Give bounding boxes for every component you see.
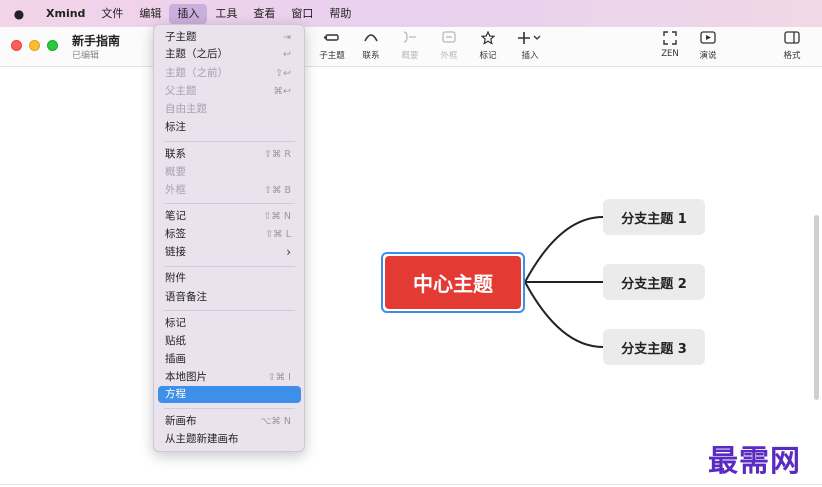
menu-separator bbox=[164, 203, 295, 204]
branch-topic-3[interactable]: 分支主题 3 bbox=[603, 329, 705, 365]
bottom-divider bbox=[0, 484, 822, 485]
menu-item-link[interactable]: 链接 › bbox=[158, 244, 301, 261]
shortcut-label: ↩ bbox=[283, 49, 291, 60]
menu-item-audio-note[interactable]: 语音备注 bbox=[158, 289, 301, 306]
shortcut-label: ⇧⌘ L bbox=[265, 229, 291, 240]
menu-item-new-sheet[interactable]: 新画布 ⌥⌘ N bbox=[158, 413, 301, 430]
menu-item-attachment[interactable]: 附件 bbox=[158, 270, 301, 287]
menu-item-topic-before[interactable]: 主题（之前） ⇧↩ bbox=[158, 65, 301, 82]
menu-separator bbox=[164, 266, 295, 267]
central-topic[interactable]: 中心主题 bbox=[385, 256, 521, 309]
branch-connectors bbox=[524, 216, 604, 348]
shortcut-label: ⇧⌘ R bbox=[263, 149, 291, 160]
shortcut-label: ⇧⌘ B bbox=[264, 185, 291, 196]
branch-topic-1[interactable]: 分支主题 1 bbox=[603, 199, 705, 235]
menu-item-label[interactable]: 标签 ⇧⌘ L bbox=[158, 226, 301, 243]
screen: ● Xmind 文件 编辑 插入 工具 查看 窗口 帮助 新手指南 已编辑 子主… bbox=[0, 0, 822, 487]
branch-topic-2[interactable]: 分支主题 2 bbox=[603, 264, 705, 300]
menu-item-relationship[interactable]: 联系 ⇧⌘ R bbox=[158, 146, 301, 163]
menu-separator bbox=[164, 408, 295, 409]
menu-item-subtopic[interactable]: 子主题 ⇥ bbox=[158, 29, 301, 46]
menu-item-illustration[interactable]: 插画 bbox=[158, 351, 301, 368]
menu-item-new-sheet-from-topic[interactable]: 从主题新建画布 bbox=[158, 431, 301, 448]
menu-item-floating-topic[interactable]: 自由主题 bbox=[158, 101, 301, 118]
insert-menu-dropdown: 子主题 ⇥ 主题（之后） ↩ 主题（之前） ⇧↩ 父主题 ⌘↩ 自由主题 标注 … bbox=[153, 24, 305, 452]
shortcut-label: ⇥ bbox=[283, 32, 291, 43]
menu-item-sticker[interactable]: 贴纸 bbox=[158, 333, 301, 350]
chevron-right-icon: › bbox=[286, 245, 291, 259]
menu-item-topic-after[interactable]: 主题（之后） ↩ bbox=[158, 46, 301, 63]
shortcut-label: ⌘↩ bbox=[273, 86, 291, 97]
watermark-text: 最需网 bbox=[708, 444, 801, 479]
menu-separator bbox=[164, 310, 295, 311]
menu-item-note[interactable]: 笔记 ⇧⌘ N bbox=[158, 208, 301, 225]
shortcut-label: ⌥⌘ N bbox=[260, 416, 291, 427]
menu-item-callout[interactable]: 标注 bbox=[158, 119, 301, 136]
shortcut-label: ⇧↩ bbox=[275, 68, 291, 79]
shortcut-label: ⇧⌘ N bbox=[263, 211, 291, 222]
menu-item-local-image[interactable]: 本地图片 ⇧⌘ I bbox=[158, 369, 301, 386]
menu-item-parent-topic[interactable]: 父主题 ⌘↩ bbox=[158, 83, 301, 100]
menu-item-equation[interactable]: 方程 bbox=[158, 386, 301, 403]
menu-item-summary[interactable]: 概要 bbox=[158, 164, 301, 181]
menu-item-boundary[interactable]: 外框 ⇧⌘ B bbox=[158, 182, 301, 199]
shortcut-label: ⇧⌘ I bbox=[267, 372, 291, 383]
menu-item-marker[interactable]: 标记 bbox=[158, 315, 301, 332]
vertical-scrollbar[interactable] bbox=[814, 215, 819, 400]
menu-separator bbox=[164, 141, 295, 142]
